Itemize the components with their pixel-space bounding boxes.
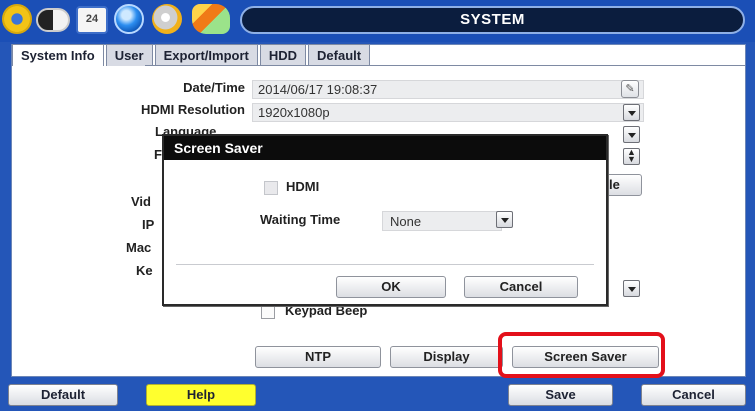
- datetime-value: 2014/06/17 19:08:37: [258, 82, 378, 97]
- top-menu-bar: 24 SYSTEM: [0, 0, 755, 42]
- window-title: SYSTEM: [240, 6, 745, 34]
- hdmi-checkbox-label: HDMI: [286, 179, 320, 194]
- cancel-button[interactable]: Cancel: [641, 384, 746, 406]
- partial-label-vid: Vid: [131, 194, 151, 209]
- language-dropdown-icon[interactable]: [623, 126, 640, 143]
- waiting-time-label: Waiting Time: [260, 212, 341, 227]
- tab-user[interactable]: User: [105, 44, 153, 66]
- gear-icon[interactable]: [2, 4, 32, 34]
- waiting-time-value: None: [390, 214, 422, 229]
- keypad-beep-checkbox[interactable]: [261, 305, 275, 319]
- help-button[interactable]: Help: [146, 384, 256, 406]
- save-button[interactable]: Save: [508, 384, 613, 406]
- highlight-box: [498, 332, 665, 378]
- toggle-icon[interactable]: [36, 8, 70, 32]
- pencil-edit-icon[interactable]: ✎: [621, 80, 639, 98]
- ok-button[interactable]: OK: [336, 276, 446, 298]
- network-globe-icon[interactable]: [114, 4, 144, 34]
- waiting-time-dropdown-icon[interactable]: [496, 211, 513, 228]
- tab-export-import[interactable]: Export/Import: [154, 44, 258, 66]
- hdmi-checkbox[interactable]: [264, 181, 278, 195]
- partial-label-mac: Mac: [126, 240, 152, 255]
- partial-label-f: F: [154, 147, 162, 162]
- tab-hdd[interactable]: HDD: [259, 44, 307, 66]
- dialog-cancel-button[interactable]: Cancel: [464, 276, 578, 298]
- keypad-dropdown-icon[interactable]: [623, 280, 640, 297]
- ntp-button[interactable]: NTP: [255, 346, 381, 368]
- tab-divider: [145, 65, 745, 66]
- event-icon[interactable]: [192, 4, 230, 34]
- tab-default[interactable]: Default: [308, 44, 371, 66]
- screen-saver-dialog: Screen Saver HDMI Waiting Time None OK C…: [162, 134, 608, 306]
- record-disc-icon[interactable]: [152, 4, 182, 34]
- spin-stepper-icon[interactable]: ▲ ▼: [623, 148, 640, 165]
- tab-system-info[interactable]: System Info: [12, 44, 104, 66]
- dialog-divider: [176, 264, 594, 265]
- default-button[interactable]: Default: [8, 384, 118, 406]
- dialog-title: Screen Saver: [164, 136, 606, 160]
- calendar-icon[interactable]: 24: [76, 6, 108, 34]
- hdmi-resolution-dropdown-icon[interactable]: [623, 104, 640, 121]
- hdmi-resolution-label: HDMI Resolution: [141, 102, 245, 117]
- partial-label-key: Ke: [136, 263, 153, 278]
- tab-bar: System Info User Export/Import HDD Defau…: [12, 44, 372, 66]
- dvr-screen: 24 SYSTEM System Info User Export/Import…: [0, 0, 755, 411]
- datetime-label: Date/Time: [183, 80, 245, 95]
- hdmi-resolution-value: 1920x1080p: [258, 105, 330, 120]
- partial-label-ip: IP: [142, 217, 155, 232]
- display-button[interactable]: Display: [390, 346, 503, 368]
